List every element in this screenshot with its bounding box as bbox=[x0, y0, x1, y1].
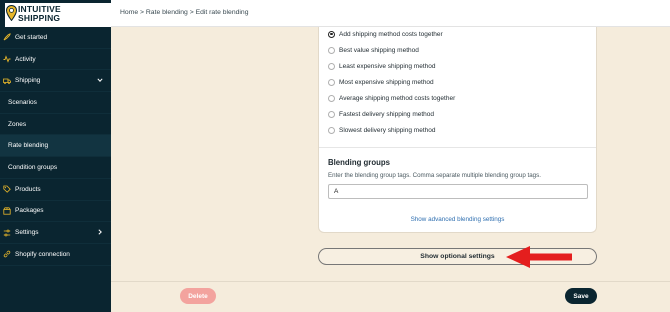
radio-unchecked-icon[interactable] bbox=[328, 94, 335, 102]
link-icon bbox=[3, 250, 11, 258]
gear-icon bbox=[3, 229, 11, 237]
sidebar-item-shopify-connection[interactable]: Shopify connection bbox=[0, 244, 111, 266]
rocket-icon bbox=[3, 33, 11, 41]
sidebar-item-label: Condition groups bbox=[8, 163, 58, 171]
blending-option-average[interactable]: Average shipping method costs together bbox=[328, 93, 455, 103]
show-advanced-blending-link[interactable]: Show advanced blending settings bbox=[319, 216, 596, 223]
chevron-right-icon bbox=[97, 229, 103, 237]
sidebar-item-label: Activity bbox=[15, 55, 36, 63]
brand-name: INTUITIVE SHIPPING bbox=[18, 5, 61, 23]
breadcrumb[interactable]: Home > Rate blending > Edit rate blendin… bbox=[120, 9, 248, 16]
blending-groups-title: Blending groups bbox=[328, 158, 390, 167]
box-icon bbox=[3, 207, 11, 215]
sidebar-item-shipping[interactable]: Shipping bbox=[0, 70, 111, 93]
blending-option-label: Most expensive shipping method bbox=[339, 78, 434, 86]
sidebar-item-label: Scenarios bbox=[8, 98, 37, 106]
sidebar-nav: Get started Activity Shipping Scenarios … bbox=[0, 27, 111, 266]
sidebar-item-products[interactable]: Products bbox=[0, 179, 111, 201]
sidebar-item-label: Get started bbox=[15, 33, 48, 41]
location-pin-icon bbox=[5, 4, 18, 23]
radio-unchecked-icon[interactable] bbox=[328, 110, 335, 118]
truck-icon bbox=[3, 77, 11, 85]
radio-unchecked-icon[interactable] bbox=[328, 78, 335, 86]
blending-groups-help: Enter the blending group tags. Comma sep… bbox=[328, 172, 541, 179]
rate-blending-card: Add shipping method costs together Best … bbox=[318, 27, 597, 233]
blending-option-add-costs[interactable]: Add shipping method costs together bbox=[328, 29, 443, 39]
blending-option-least-expensive[interactable]: Least expensive shipping method bbox=[328, 61, 435, 71]
blending-groups-input[interactable] bbox=[328, 184, 588, 199]
blending-option-label: Add shipping method costs together bbox=[339, 30, 443, 38]
radio-unchecked-icon[interactable] bbox=[328, 62, 335, 70]
sidebar-item-rate-blending[interactable]: Rate blending bbox=[0, 135, 111, 158]
save-button[interactable]: Save bbox=[565, 288, 597, 304]
radio-unchecked-icon[interactable] bbox=[328, 126, 335, 134]
brand-line-2: SHIPPING bbox=[18, 13, 61, 23]
card-divider bbox=[319, 147, 596, 148]
sidebar-item-condition-groups[interactable]: Condition groups bbox=[0, 157, 111, 179]
sidebar-item-label: Shipping bbox=[15, 77, 41, 85]
sidebar-item-label: Zones bbox=[8, 120, 27, 128]
blending-option-most-expensive[interactable]: Most expensive shipping method bbox=[328, 77, 434, 87]
blending-option-label: Average shipping method costs together bbox=[339, 94, 456, 102]
blending-option-fastest[interactable]: Fastest delivery shipping method bbox=[328, 109, 434, 119]
sidebar-item-label: Shopify connection bbox=[15, 250, 70, 258]
blending-option-best-value[interactable]: Best value shipping method bbox=[328, 45, 419, 55]
sidebar-item-get-started[interactable]: Get started bbox=[0, 27, 111, 49]
sidebar-item-settings[interactable]: Settings bbox=[0, 222, 111, 244]
delete-button[interactable]: Delete bbox=[180, 288, 216, 304]
sidebar-item-label: Settings bbox=[15, 229, 39, 237]
sidebar-item-packages[interactable]: Packages bbox=[0, 201, 111, 223]
blending-option-label: Fastest delivery shipping method bbox=[339, 110, 435, 118]
chevron-down-icon bbox=[97, 77, 103, 85]
blending-option-label: Best value shipping method bbox=[339, 46, 419, 54]
annotation-arrow-icon bbox=[504, 245, 574, 271]
activity-icon bbox=[3, 55, 11, 63]
top-bar: Home > Rate blending > Edit rate blendin… bbox=[111, 0, 670, 27]
sidebar-item-label: Products bbox=[15, 185, 41, 193]
radio-checked-icon[interactable] bbox=[328, 30, 335, 38]
brand-logo[interactable]: INTUITIVE SHIPPING bbox=[5, 3, 111, 27]
blending-option-label: Least expensive shipping method bbox=[339, 62, 436, 70]
blending-option-label: Slowest delivery shipping method bbox=[339, 126, 436, 134]
blending-option-slowest[interactable]: Slowest delivery shipping method bbox=[328, 125, 435, 135]
footer-divider bbox=[111, 281, 670, 282]
sidebar-item-scenarios[interactable]: Scenarios bbox=[0, 92, 111, 114]
radio-unchecked-icon[interactable] bbox=[328, 46, 335, 54]
sidebar-item-label: Packages bbox=[15, 207, 44, 215]
sidebar: INTUITIVE SHIPPING Get started Activity … bbox=[0, 0, 111, 312]
sidebar-item-label: Rate blending bbox=[8, 142, 49, 150]
sidebar-item-activity[interactable]: Activity bbox=[0, 49, 111, 71]
tag-icon bbox=[3, 185, 11, 193]
sidebar-item-zones[interactable]: Zones bbox=[0, 114, 111, 136]
